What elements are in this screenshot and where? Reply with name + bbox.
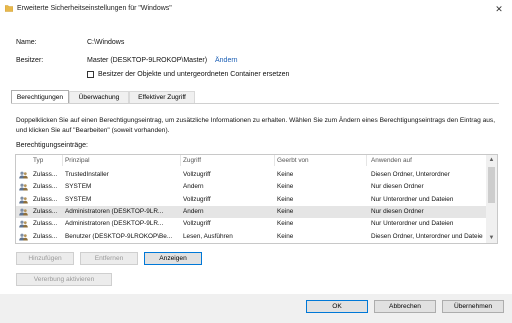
entry-inherited-from: Keine [277,220,294,228]
entry-applies-to: Nur Unterordner und Dateien [371,195,454,203]
title-bar: Erweiterte Sicherheitseinstellungen für … [0,0,512,18]
ok-button-label: OK [332,303,342,310]
column-header-type[interactable]: Typ [33,157,43,164]
tab-effective-access[interactable]: Effektiver Zugriff [129,91,195,103]
remove-button[interactable]: Entfernen [80,252,138,265]
tab-effective-access-label: Effektiver Zugriff [138,94,186,101]
tab-permissions-label: Berechtigungen [16,93,64,101]
entry-type: Zulass... [33,220,58,228]
entry-applies-to: Nur diesen Ordner [371,183,424,191]
entry-type: Zulass... [33,207,58,215]
tab-panel-border [11,103,499,104]
tab-permissions[interactable]: Berechtigungen [11,90,69,103]
apply-button-label: Übernehmen [453,303,493,310]
entry-access: Vollzugriff [183,171,211,178]
entry-principal: Administratoren (DESKTOP-9LR... [65,220,164,228]
vertical-scrollbar[interactable]: ▲ ▼ [486,155,497,243]
tab-auditing-label: Überwachung [78,94,120,101]
column-divider[interactable] [180,155,181,166]
cancel-button-label: Abbrechen [389,303,421,310]
entry-principal: Benutzer (DESKTOP-9LROKOP\Be... [65,232,173,240]
users-icon [19,196,28,204]
table-row[interactable]: Zulass... TrustedInstaller Vollzugriff Kein… [16,169,487,181]
tab-auditing[interactable]: Überwachung [69,91,129,103]
add-button[interactable]: Hinzufügen [16,252,74,265]
owner-change-link[interactable]: Ändern [215,57,238,64]
table-row[interactable]: Zulass... Benutzer (DESKTOP-9LROKOP\Be...… [16,231,487,243]
column-divider[interactable] [274,155,275,166]
users-icon [19,171,28,179]
table-row[interactable]: Zulass... Administratoren (DESKTOP-9LR...… [16,218,487,230]
name-value: C:\Windows [87,39,125,46]
description-text: Doppelklicken Sie auf einen Berechtigung… [16,117,496,134]
column-header-inherited-from[interactable]: Geerbt von [277,157,309,164]
list-header: Typ Prinzipal Zugriff Geerbt von Anwende… [16,155,497,166]
close-button[interactable]: ✕ [486,0,512,18]
users-icon [19,208,28,216]
users-icon [19,220,28,228]
entry-type: Zulass... [33,232,58,240]
cancel-button[interactable]: Abbrechen [374,300,436,313]
entry-inherited-from: Keine [277,183,294,191]
entry-inherited-from: Keine [277,207,294,215]
window-title: Erweiterte Sicherheitseinstellungen für … [17,5,172,12]
column-header-principal[interactable]: Prinzipal [65,157,90,164]
entry-applies-to: Nur diesen Ordner [371,207,424,215]
permission-entries-list[interactable]: Typ Prinzipal Zugriff Geerbt von Anwende… [15,154,498,244]
entry-principal: SYSTEM [65,195,92,203]
entry-type: Zulass... [33,171,58,178]
remove-button-label: Entfernen [94,255,124,262]
entry-principal: Administratoren (DESKTOP-9LR... [65,207,164,215]
users-icon [19,233,28,240]
column-divider[interactable] [366,155,367,166]
disable-inheritance-button-label: Vererbung aktivieren [33,276,95,283]
permission-entries-label: Berechtigungseinträge: [16,142,88,149]
chevron-down-icon: ▼ [488,235,495,241]
replace-owner-checkbox-label: Besitzer der Objekte und untergeordneten… [98,71,290,78]
entry-applies-to: Diesen Ordner, Unterordner und Dateien [371,232,483,240]
entry-applies-to: Diesen Ordner, Unterordner [371,171,450,178]
folder-icon [5,5,13,12]
entry-principal: TrustedInstaller [65,171,109,178]
chevron-up-icon: ▲ [488,157,495,163]
entry-inherited-from: Keine [277,195,294,203]
scroll-thumb[interactable] [488,167,495,203]
entry-access: Ändern [183,183,204,191]
entry-access: Lesen, Ausführen [183,232,233,240]
owner-label: Besitzer: [16,57,44,64]
owner-value: Master (DESKTOP-9LROKOP\Master) [87,57,208,64]
disable-inheritance-button[interactable]: Vererbung aktivieren [16,273,112,286]
table-row[interactable]: Zulass... SYSTEM Vollzugriff Keine Nur Unter… [16,194,487,206]
name-label: Name: [16,39,37,46]
entry-applies-to: Nur Unterordner und Dateien [371,220,454,228]
users-icon [19,183,28,191]
entry-inherited-from: Keine [277,232,294,240]
entry-access: Vollzugriff [183,195,211,203]
view-button-label: Anzeigen [159,255,187,262]
entry-type: Zulass... [33,183,58,191]
entry-access: Vollzugriff [183,220,211,228]
scroll-down-button[interactable]: ▼ [486,233,497,243]
column-header-access[interactable]: Zugriff [183,157,201,164]
close-icon: ✕ [495,3,503,14]
column-divider[interactable] [62,155,63,166]
view-button[interactable]: Anzeigen [144,252,202,265]
column-header-applies-to[interactable]: Anwenden auf [371,157,412,164]
add-button-label: Hinzufügen [28,255,62,262]
table-row[interactable]: Zulass... SYSTEM Ändern Keine Nur diesen Ord… [16,181,487,193]
advanced-security-dialog: Erweiterte Sicherheitseinstellungen für … [0,0,512,323]
scroll-up-button[interactable]: ▲ [486,155,497,165]
replace-owner-checkbox[interactable] [87,71,94,78]
entry-principal: SYSTEM [65,183,92,191]
apply-button[interactable]: Übernehmen [442,300,504,313]
entry-inherited-from: Keine [277,171,294,178]
entry-access: Ändern [183,207,204,215]
table-row[interactable]: Zulass... Administratoren (DESKTOP-9LR...… [16,205,487,218]
ok-button[interactable]: OK [306,300,368,313]
entry-type: Zulass... [33,195,58,203]
